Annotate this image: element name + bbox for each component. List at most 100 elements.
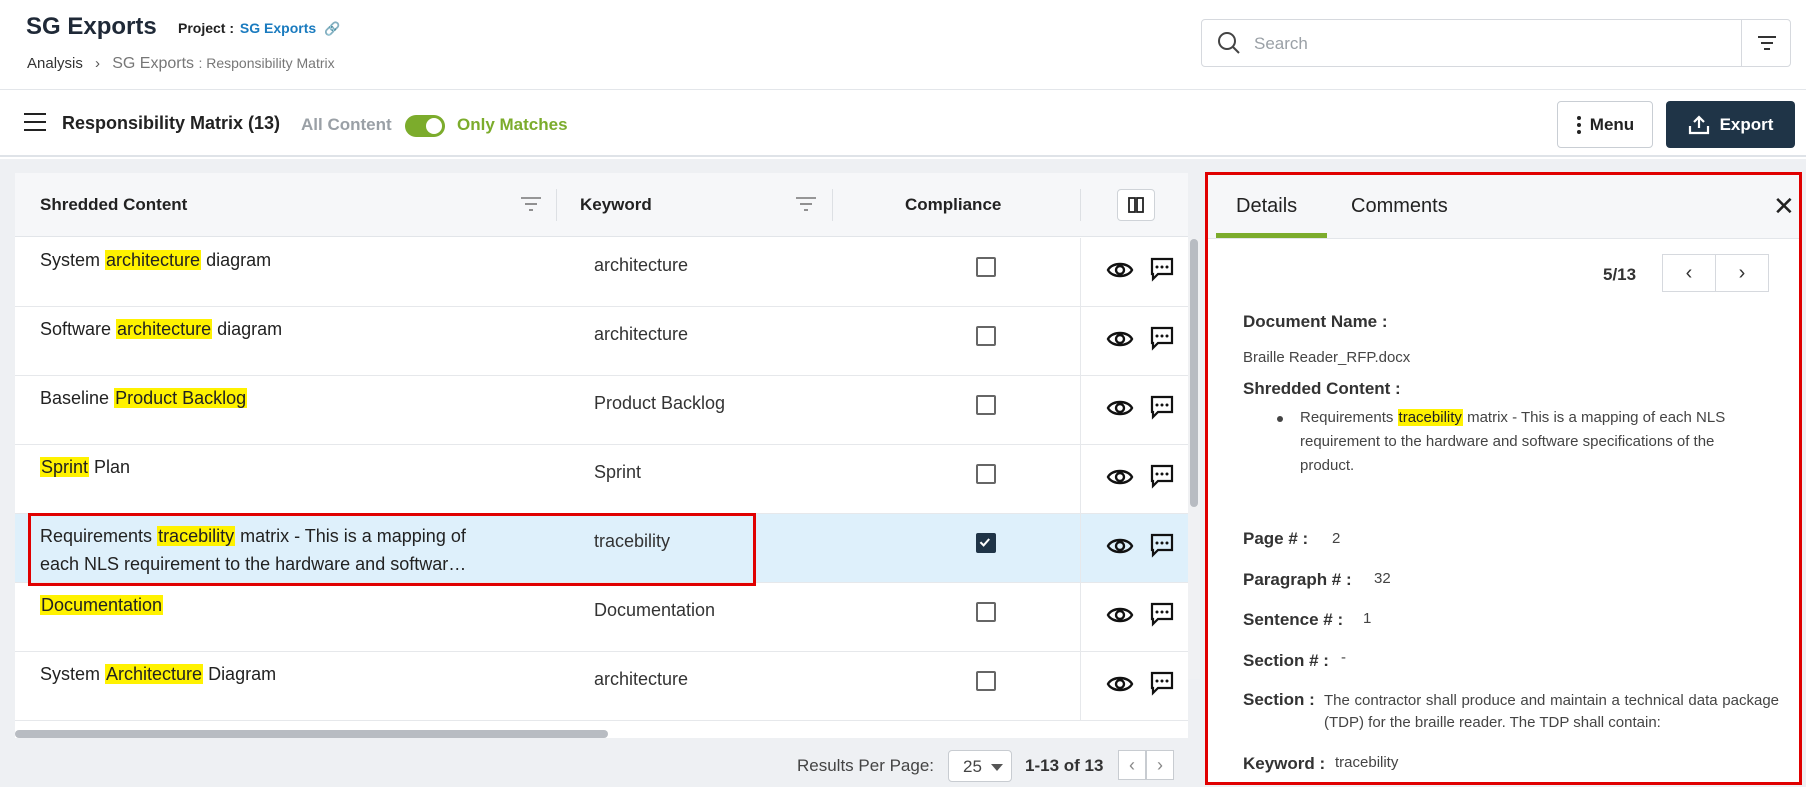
export-button[interactable]: Export [1666,101,1795,148]
eye-icon[interactable] [1106,532,1134,560]
shredded-content-cell: Sprint Plan [40,457,131,477]
document-name-label: Document Name : [1243,312,1388,331]
table-row[interactable]: System Architecture Diagram architecture [15,652,1188,721]
more-vertical-icon [1576,115,1581,134]
shredded-content-cell: Software architecture diagram [40,319,283,339]
keyword-cell: architecture [594,669,689,689]
shredded-content-cell: System Architecture Diagram [40,664,277,684]
search-filter-button[interactable] [1741,20,1791,66]
compliance-checkbox[interactable] [976,602,996,622]
project-info: Project : SG Exports 🔗 [178,20,340,37]
comment-icon[interactable] [1148,324,1176,352]
prev-record-button[interactable]: ‹ [1662,254,1716,292]
keyword-cell: Sprint [594,462,642,482]
export-label: Export [1719,114,1774,134]
vertical-scrollbar[interactable] [1188,239,1200,679]
shredded-content-cell: Documentation [40,591,480,619]
record-counter: 5/13 [1603,265,1637,284]
only-matches-label[interactable]: Only Matches [457,115,568,135]
table-row[interactable]: Sprint Plan Sprint [15,445,1188,514]
shredded-content-label: Shredded Content : [1243,379,1401,398]
breadcrumb-analysis[interactable]: Analysis [27,55,83,72]
comment-icon[interactable] [1148,462,1176,490]
eye-icon[interactable] [1106,394,1134,422]
table-row[interactable]: Software architecture diagram architectur… [15,307,1188,376]
eye-icon[interactable] [1106,256,1134,284]
compliance-checkbox[interactable] [976,464,996,484]
compliance-checkbox[interactable] [976,257,996,277]
keyword-highlight: architecture [105,250,202,270]
eye-icon[interactable] [1106,325,1134,353]
sentence-number-label: Sentence # : [1243,610,1344,629]
comment-icon[interactable] [1148,600,1176,628]
caret-down-icon [991,764,1003,771]
menu-button[interactable]: Menu [1557,101,1653,148]
tab-comments[interactable]: Comments [1351,195,1448,218]
eye-icon[interactable] [1106,463,1134,491]
keyword-highlight: tracebility [1397,409,1463,426]
comment-icon[interactable] [1148,669,1176,697]
active-tab-indicator [1216,233,1327,238]
tab-details[interactable]: Details [1236,195,1297,218]
compliance-checkbox[interactable] [976,671,996,691]
page-number-value: 2 [1332,530,1341,547]
shredded-content-cell: Baseline Product Backlog [40,388,248,408]
col-compliance[interactable]: Compliance [905,195,1001,215]
table-row[interactable]: Documentation Documentation [15,583,1188,652]
section-number-value: - [1341,649,1346,666]
section-number-label: Section # : [1243,651,1329,670]
results-per-page-select[interactable]: 25 [948,750,1012,782]
all-content-label[interactable]: All Content [301,115,392,135]
search-box [1201,19,1791,67]
filter-icon [1758,36,1776,50]
table-header: Shredded Content Keyword Compliance [15,173,1188,237]
breadcrumb: Analysis › SG Exports : Responsibility M… [27,55,335,73]
matrix-title: Responsibility Matrix (13) [62,113,281,133]
keyword-label: Keyword : [1243,754,1326,773]
section-label: Section : [1243,690,1315,709]
filter-icon[interactable] [520,196,542,212]
details-tabs: Details Comments ✕ [1208,175,1799,239]
filter-icon[interactable] [795,196,817,212]
eye-icon[interactable] [1106,601,1134,629]
keyword-cell: architecture [594,324,689,344]
next-page-button[interactable]: › [1146,750,1174,780]
col-keyword[interactable]: Keyword [580,195,652,215]
comment-icon[interactable] [1148,393,1176,421]
compliance-checkbox[interactable] [976,395,996,415]
project-link[interactable]: SG Exports [240,20,316,36]
horizontal-scrollbar[interactable] [15,730,1188,738]
table-footer: Results Per Page: 25 1-13 of 13 ‹ › [0,744,1190,787]
hamburger-menu-icon[interactable] [24,113,46,133]
next-record-button[interactable]: › [1715,254,1769,292]
top-header: SG Exports Project : SG Exports 🔗 Analys… [0,0,1806,90]
compliance-checkbox[interactable] [976,533,996,553]
columns-icon [1128,197,1144,213]
search-icon [1218,32,1240,54]
keyword-cell: Product Backlog [594,393,726,413]
pagination-range: 1-13 of 13 [1025,756,1104,775]
column-toggle-button[interactable] [1117,189,1155,221]
chevron-right-icon: › [1157,754,1163,775]
col-shredded-content[interactable]: Shredded Content [40,195,187,215]
compliance-checkbox[interactable] [976,326,996,346]
only-matches-toggle[interactable] [405,115,445,137]
paragraph-number-label: Paragraph # : [1243,570,1352,589]
prev-page-button[interactable]: ‹ [1118,750,1146,780]
chevron-left-icon: ‹ [1129,754,1135,775]
table-row[interactable]: System architecture diagram architecture [15,238,1188,307]
menu-label: Menu [1589,114,1635,134]
table-row[interactable]: Baseline Product Backlog Product Backlog [15,376,1188,445]
keyword-highlight: architecture [116,319,213,339]
close-icon[interactable]: ✕ [1773,191,1795,222]
comment-icon[interactable] [1148,531,1176,559]
page-number-label: Page # : [1243,529,1309,548]
chevron-right-icon: › [1738,261,1746,284]
comment-icon[interactable] [1148,255,1176,283]
chevron-right-icon: › [95,55,101,72]
project-label: Project : [178,20,235,36]
search-input[interactable] [1254,30,1714,58]
results-per-page-label: Results Per Page: [797,756,935,775]
eye-icon[interactable] [1106,670,1134,698]
keyword-highlight: Documentation [40,595,164,615]
